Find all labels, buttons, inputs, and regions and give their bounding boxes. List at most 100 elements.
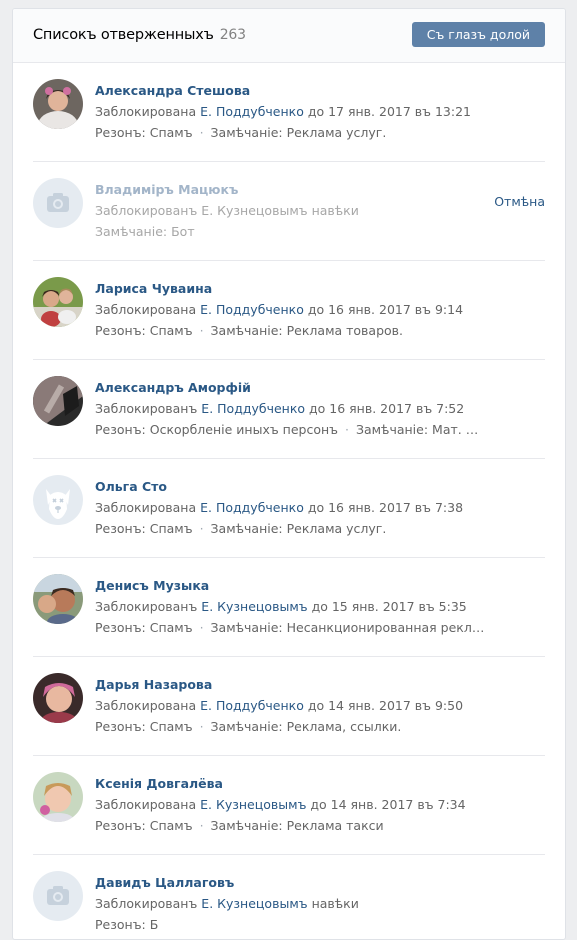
item-info: Ольга Сто Заблокирована Е. Поддубченко д…	[95, 479, 485, 537]
avatar[interactable]	[33, 79, 83, 129]
list-item: Ольга Сто Заблокирована Е. Поддубченко д…	[33, 459, 545, 558]
comment-value: Реклама, ссылки.	[286, 719, 402, 734]
avatar[interactable]	[33, 574, 83, 624]
comment-line: Замѣчаніе: Бот	[95, 224, 485, 240]
reason-label: Резонъ:	[95, 620, 146, 635]
reason-value: Спамъ	[149, 719, 193, 734]
reason-line: Резонъ: Спамъ · Замѣчаніе: Реклама, ссылки…	[95, 719, 485, 735]
blacklist-list: Александра Стешова Заблокирована Е. Подд…	[13, 63, 565, 939]
blocked-info: Заблокирована Е. Поддубченко до 16 янв. …	[95, 302, 485, 318]
separator-dot: ·	[199, 125, 204, 140]
user-name-link[interactable]: Александра Стешова	[95, 83, 485, 99]
reason-label: Резонъ:	[95, 323, 146, 338]
user-name-link[interactable]: Александръ Аморфій	[95, 380, 485, 396]
blocked-prefix: Заблокирована	[95, 500, 197, 515]
list-item: Александръ Аморфій Заблокированъ Е. Подд…	[33, 360, 545, 459]
camera-icon	[47, 193, 69, 212]
reason-line: Резонъ: Спамъ · Замѣчаніе: Реклама услуг.	[95, 125, 485, 141]
list-item: Александра Стешова Заблокирована Е. Подд…	[33, 63, 545, 162]
blacklist-count: 263	[219, 27, 246, 43]
blocker-link[interactable]: Е. Поддубченко	[200, 104, 304, 119]
reason-label: Резонъ:	[95, 917, 146, 932]
comment-value: Несанкционированная реклама	[286, 620, 485, 635]
comment-value: Бот	[171, 224, 195, 239]
user-name-link[interactable]: Денисъ Музыка	[95, 578, 485, 594]
blacklist-panel: Списокъ отверженныхъ 263 Съ глазъ долой А…	[12, 8, 566, 940]
item-info: Ксенія Довгалёва Заблокирована Е. Кузнец…	[95, 776, 485, 834]
comment-label: Замѣчаніе:	[210, 818, 283, 833]
reason-label: Резонъ:	[95, 818, 146, 833]
user-name-link[interactable]: Давидъ Цаллаговъ	[95, 875, 485, 891]
item-info: Давидъ Цаллаговъ Заблокированъ Е. Кузнец…	[95, 875, 485, 933]
blocked-prefix: Заблокированъ	[95, 599, 198, 614]
reason-line: Резонъ: Оскорбленіе иныхъ персонъ · Замѣча…	[95, 422, 485, 438]
avatar[interactable]	[33, 673, 83, 723]
item-info: Александра Стешова Заблокирована Е. Подд…	[95, 83, 485, 141]
camera-icon	[47, 886, 69, 905]
blocker-link[interactable]: Е. Кузнецовымъ	[201, 896, 307, 911]
item-info: Дарья Назарова Заблокирована Е. Поддубче…	[95, 677, 485, 735]
cancel-unblock-button[interactable]: Отмѣна	[494, 194, 545, 209]
blocked-until: до 14 янв. 2017 въ 7:34	[310, 797, 466, 812]
item-info: Владиміръ Мацюкъ Заблокированъ Е. Кузнец…	[95, 182, 485, 240]
blocker-link[interactable]: Е. Поддубченко	[200, 302, 304, 317]
blocked-info: Заблокированъ Е. Кузнецовымъ навѣки	[95, 896, 485, 912]
comment-value: Реклама услуг.	[286, 125, 387, 140]
blocker-name: Е. Кузнецовымъ	[201, 203, 308, 218]
blocker-link[interactable]: Е. Поддубченко	[200, 698, 304, 713]
reason-line: Резонъ: Спамъ · Замѣчаніе: Реклама такси	[95, 818, 485, 834]
avatar[interactable]	[33, 376, 83, 426]
comment-label: Замѣчаніе:	[95, 224, 168, 239]
user-name-link[interactable]: Ольга Сто	[95, 479, 485, 495]
reason-value: Спамъ	[149, 125, 193, 140]
list-item: Владиміръ Мацюкъ Заблокированъ Е. Кузнец…	[33, 162, 545, 261]
deactivated-dog-avatar[interactable]	[33, 475, 83, 525]
user-name-link[interactable]: Лариса Чуваина	[95, 281, 485, 297]
blocker-link[interactable]: Е. Кузнецовымъ	[200, 797, 306, 812]
separator-dot: ·	[199, 521, 204, 536]
comment-label: Замѣчаніе:	[355, 422, 429, 437]
blocked-info: Заблокирована Е. Поддубченко до 16 янв. …	[95, 500, 485, 516]
reason-label: Резонъ:	[95, 125, 146, 140]
avatar[interactable]	[33, 277, 83, 327]
comment-value: Реклама услуг.	[286, 521, 387, 536]
blocked-until: до 17 янв. 2017 въ 13:21	[307, 104, 471, 119]
user-name-link[interactable]: Ксенія Довгалёва	[95, 776, 485, 792]
blocked-info: Заблокированъ Е. Поддубченко до 16 янв. …	[95, 401, 485, 417]
list-item: Дарья Назарова Заблокирована Е. Поддубче…	[33, 657, 545, 756]
user-name-link[interactable]: Дарья Назарова	[95, 677, 485, 693]
camera-placeholder-avatar[interactable]	[33, 178, 83, 228]
page-title: Списокъ отверженныхъ 263	[33, 27, 246, 43]
reason-label: Резонъ:	[95, 521, 146, 536]
blocker-link[interactable]: Е. Поддубченко	[201, 401, 305, 416]
user-name-link[interactable]: Владиміръ Мацюкъ	[95, 182, 485, 198]
reason-line: Резонъ: Б	[95, 917, 485, 933]
reason-value: Оскорбленіе иныхъ персонъ	[149, 422, 338, 437]
reason-line: Резонъ: Спамъ · Замѣчаніе: Несанкционирова…	[95, 620, 485, 636]
blocked-prefix: Заблокирована	[95, 698, 197, 713]
reason-value: Спамъ	[149, 620, 193, 635]
reason-value: Спамъ	[149, 818, 193, 833]
separator-dot: ·	[199, 719, 204, 734]
camera-placeholder-avatar[interactable]	[33, 871, 83, 921]
blocked-prefix: Заблокирована	[95, 797, 197, 812]
panel-header: Списокъ отверженныхъ 263 Съ глазъ долой	[13, 9, 565, 63]
dog-icon	[46, 489, 70, 519]
comment-value: Реклама такси	[286, 818, 384, 833]
reason-label: Резонъ:	[95, 719, 146, 734]
blocker-link[interactable]: Е. Кузнецовымъ	[201, 599, 307, 614]
blocked-prefix: Заблокирована	[95, 302, 197, 317]
separator-dot: ·	[344, 422, 349, 437]
comment-label: Замѣчаніе:	[210, 323, 283, 338]
list-item: Лариса Чуваина Заблокирована Е. Поддубче…	[33, 261, 545, 360]
list-item: Ксенія Довгалёва Заблокирована Е. Кузнец…	[33, 756, 545, 855]
title-text: Списокъ отверженныхъ	[33, 27, 214, 43]
avatar[interactable]	[33, 772, 83, 822]
add-to-blacklist-button[interactable]: Съ глазъ долой	[411, 22, 545, 47]
blocker-link[interactable]: Е. Поддубченко	[200, 500, 304, 515]
blocked-until: до 15 янв. 2017 въ 5:35	[311, 599, 467, 614]
reason-label: Резонъ:	[95, 422, 146, 437]
reason-line: Резонъ: Спамъ · Замѣчаніе: Реклама товаров…	[95, 323, 485, 339]
reason-line: Резонъ: Спамъ · Замѣчаніе: Реклама услуг.	[95, 521, 485, 537]
separator-dot: ·	[199, 620, 204, 635]
